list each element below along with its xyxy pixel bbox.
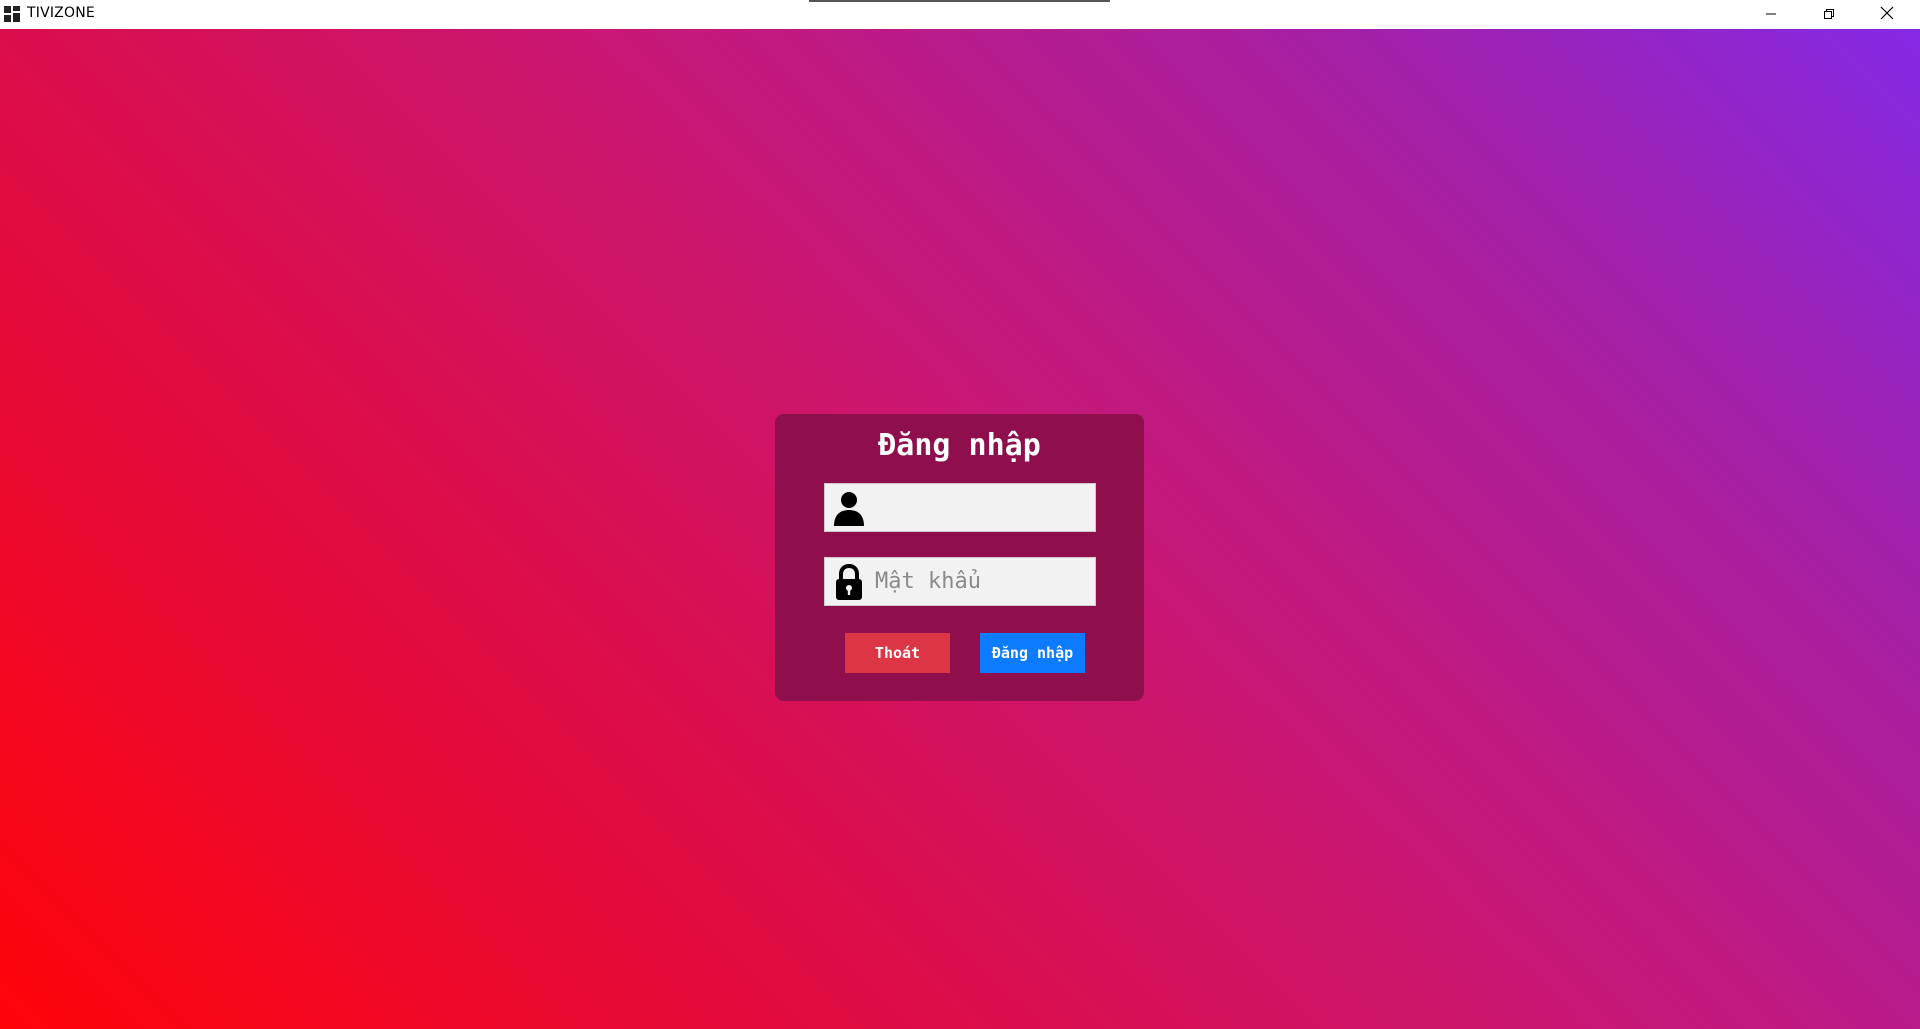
close-icon [1880,5,1894,24]
title-bar-accent-line [809,0,1110,2]
restore-icon [1823,5,1835,24]
app-window: TIVIZONE Đăng nhập Thoát Đăng nhập [0,0,1920,1029]
title-bar: TIVIZONE [0,0,1920,29]
window-title: TIVIZONE [27,5,95,21]
username-field [824,483,1096,532]
password-field [824,557,1096,606]
login-card: Đăng nhập Thoát Đăng nhập [775,414,1144,701]
gradient-background: Đăng nhập Thoát Đăng nhập [0,29,1920,1029]
lock-icon [831,563,867,601]
minimize-icon [1765,5,1777,24]
login-button[interactable]: Đăng nhập [980,633,1085,673]
login-title: Đăng nhập [878,428,1041,463]
restore-button[interactable] [1800,0,1858,29]
user-icon [831,489,867,527]
password-input[interactable] [875,558,1087,605]
exit-button[interactable]: Thoát [845,633,950,673]
username-input[interactable] [875,484,1087,531]
close-button[interactable] [1858,0,1916,29]
minimize-button[interactable] [1742,0,1800,29]
app-logo-icon [4,6,20,22]
